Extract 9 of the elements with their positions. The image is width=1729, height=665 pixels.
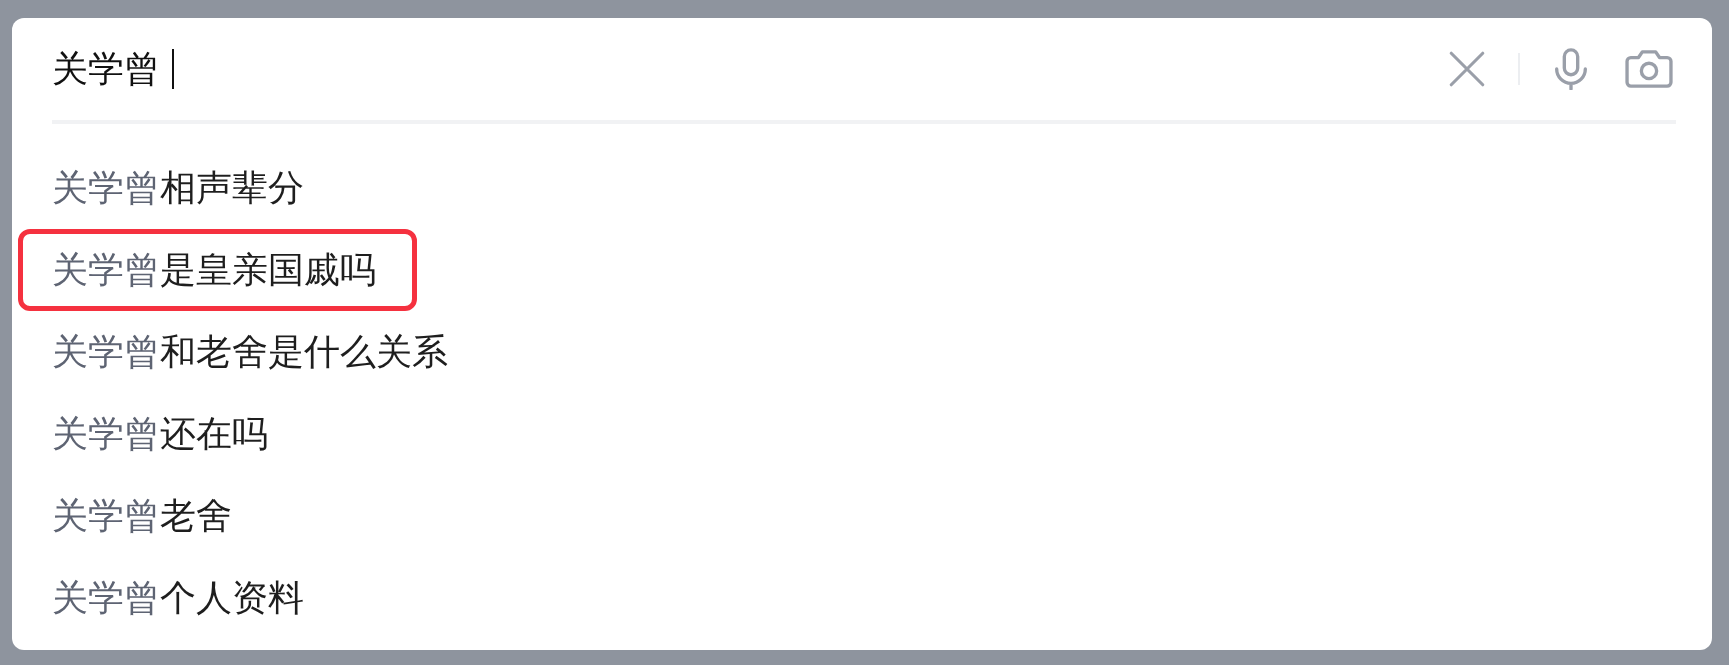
suggestion-item[interactable]: 关学曾还在吗 bbox=[18, 393, 309, 475]
text-cursor bbox=[172, 49, 174, 89]
search-field[interactable]: 关学曾 bbox=[52, 42, 1446, 96]
suggestion-item[interactable]: 关学曾是皇亲国戚吗 bbox=[18, 229, 417, 311]
suggestion-item[interactable]: 关学曾和老舍是什么关系 bbox=[18, 311, 489, 393]
suggestion-item[interactable]: 关学曾个人资料 bbox=[18, 557, 345, 639]
suggestion-item[interactable]: 关学曾老舍 bbox=[18, 475, 273, 557]
suggestion-item[interactable]: 关学曾相声辈分 bbox=[18, 147, 345, 229]
camera-icon[interactable] bbox=[1622, 48, 1676, 90]
